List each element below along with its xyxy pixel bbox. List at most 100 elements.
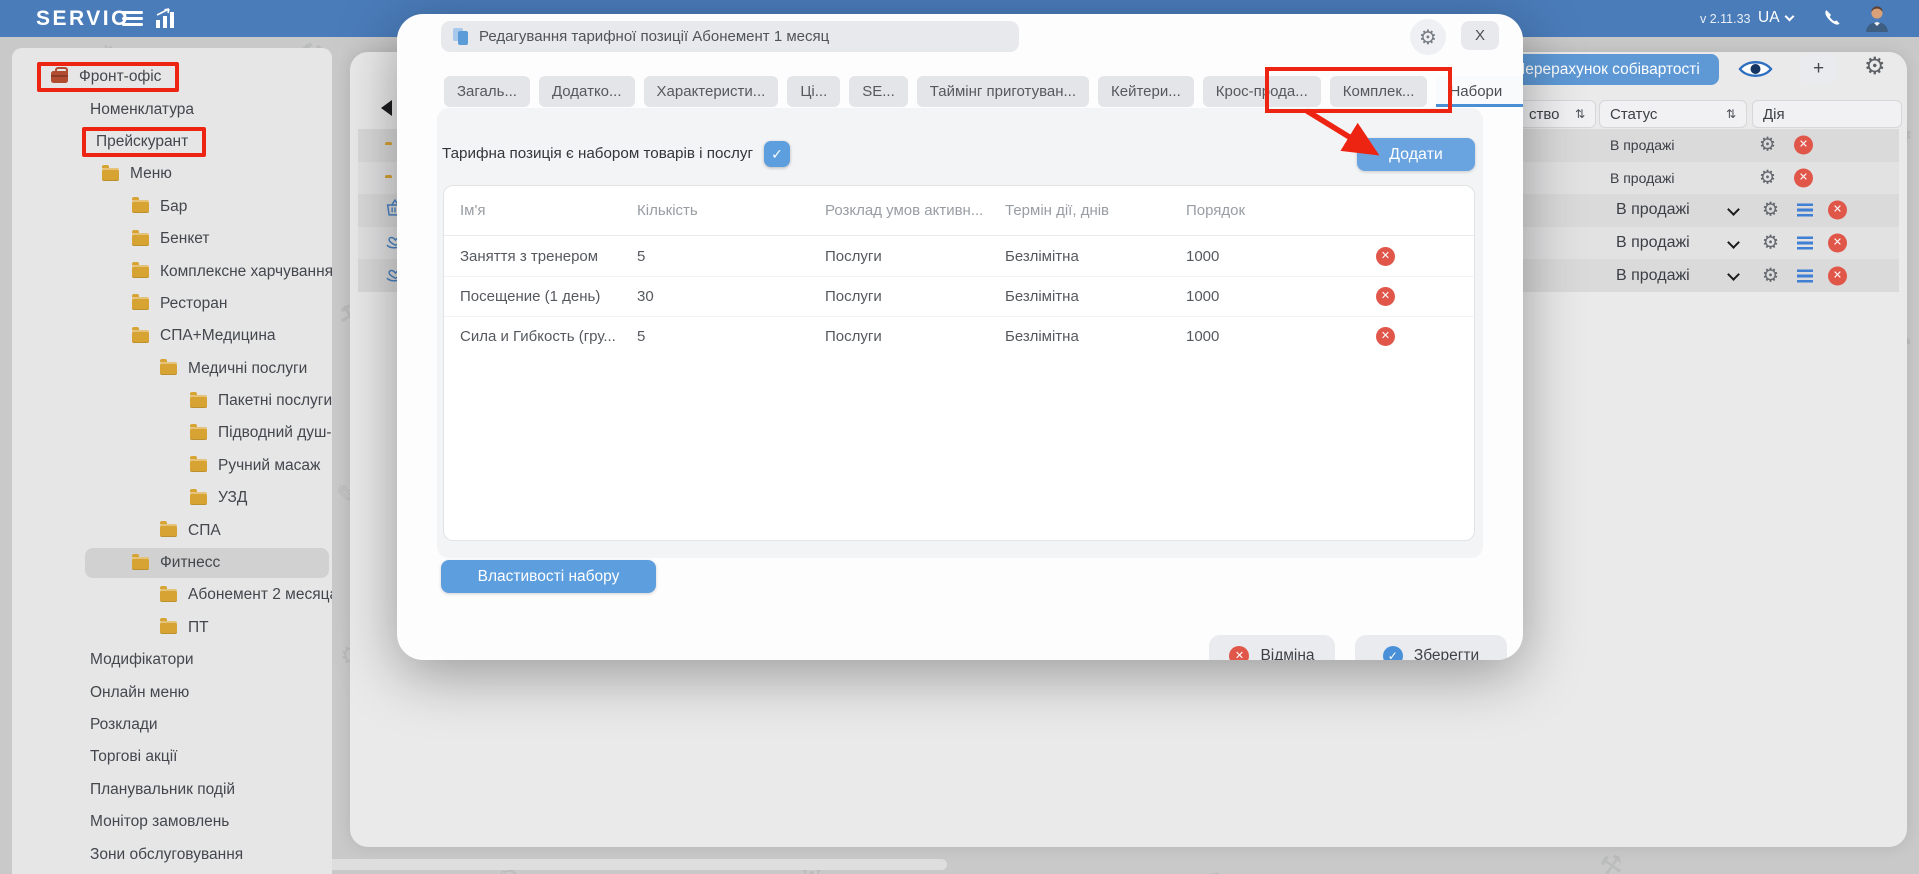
delete-set-item-icon[interactable]: ✕ bbox=[1376, 327, 1395, 346]
row-settings-gear-icon[interactable]: ⚙ bbox=[1759, 136, 1776, 155]
sidebar-item-18[interactable]: ПТ bbox=[12, 612, 332, 644]
hamburger-menu-icon[interactable] bbox=[122, 11, 143, 26]
sidebar-item-2[interactable]: Номенклатура bbox=[12, 93, 332, 125]
row-settings-gear-icon[interactable]: ⚙ bbox=[1762, 201, 1779, 220]
modal-settings-gear-icon[interactable]: ⚙ bbox=[1410, 19, 1446, 55]
collapse-back-arrow-icon[interactable] bbox=[381, 100, 392, 116]
doodle-glyph: ⚒ bbox=[1597, 848, 1625, 874]
sidebar-item-21[interactable]: Розклади bbox=[12, 709, 332, 741]
row-list-icon[interactable] bbox=[1797, 204, 1813, 217]
folder-icon bbox=[132, 265, 149, 278]
row-settings-gear-icon[interactable]: ⚙ bbox=[1759, 168, 1776, 187]
modal-close-button[interactable]: X bbox=[1461, 21, 1499, 50]
is-set-checkbox[interactable]: ✓ bbox=[764, 141, 790, 167]
sidebar-item-16[interactable]: Фитнесс bbox=[12, 547, 332, 579]
set-properties-button[interactable]: Властивості набору bbox=[441, 560, 656, 593]
tab-2[interactable]: Додатко... bbox=[539, 76, 635, 107]
app-version: v 2.11.33 bbox=[1700, 12, 1751, 26]
tree-node-label: Прейскурант bbox=[96, 133, 188, 151]
row-list-icon[interactable] bbox=[1797, 237, 1813, 250]
set-table-row-3[interactable]: Сила и Гибкость (гру...5ПослугиБезлімітн… bbox=[444, 316, 1474, 356]
add-item-button[interactable]: + bbox=[1800, 54, 1837, 83]
cancel-button[interactable]: ✕ Відміна bbox=[1209, 635, 1335, 660]
set-items-table: Ім'яКількістьРозклад умов активн...Термі… bbox=[443, 185, 1475, 541]
folder-icon bbox=[160, 621, 177, 634]
row-delete-icon[interactable]: ✕ bbox=[1794, 168, 1813, 187]
row-delete-icon[interactable]: ✕ bbox=[1828, 201, 1847, 220]
sidebar-item-10[interactable]: Медичні послуги bbox=[12, 353, 332, 385]
tab-3[interactable]: Характеристи... bbox=[644, 76, 779, 107]
tab-8[interactable]: Крос-прода... bbox=[1203, 76, 1321, 107]
sidebar-item-4[interactable]: Меню bbox=[12, 158, 332, 190]
set-table-header-1: Ім'я bbox=[460, 202, 637, 219]
folder-icon bbox=[190, 395, 207, 408]
tree-node-label: Номенклатура bbox=[90, 101, 194, 119]
modal-title: Редагування тарифної позиції Абонемент 1… bbox=[479, 28, 829, 45]
analytics-chart-icon[interactable] bbox=[155, 8, 179, 29]
tab-7[interactable]: Кейтери... bbox=[1098, 76, 1194, 107]
status-badge: В продажі bbox=[1610, 137, 1675, 153]
tab-4[interactable]: Ці... bbox=[787, 76, 840, 107]
sidebar-item-25[interactable]: Зони обслуговування bbox=[12, 838, 332, 870]
chevron-down-icon[interactable] bbox=[1727, 269, 1740, 282]
sidebar-item-1[interactable]: Фронт-офіс bbox=[12, 61, 332, 93]
add-set-item-button[interactable]: Додати bbox=[1357, 138, 1475, 171]
tree-node: Ресторан bbox=[132, 292, 237, 316]
tab-5[interactable]: SE... bbox=[849, 76, 908, 107]
tree-node-label: Бенкет bbox=[160, 230, 210, 248]
sidebar-item-14[interactable]: УЗД bbox=[12, 482, 332, 514]
panel-settings-gear-icon[interactable]: ⚙ bbox=[1864, 52, 1886, 81]
column-header-label: Дія bbox=[1763, 106, 1785, 123]
status-badge: В продажі bbox=[1616, 201, 1690, 219]
sidebar-item-19[interactable]: Модифікатори bbox=[12, 644, 332, 676]
language-selector[interactable]: UA bbox=[1758, 9, 1793, 27]
document-icon bbox=[453, 28, 468, 45]
set-table-cell: Безлімітна bbox=[1005, 248, 1186, 265]
phone-icon[interactable] bbox=[1822, 7, 1843, 29]
row-delete-icon[interactable]: ✕ bbox=[1794, 136, 1813, 155]
sidebar-item-7[interactable]: Комплексне харчування bbox=[12, 255, 332, 287]
sidebar-item-3[interactable]: Прейскурант bbox=[12, 126, 332, 158]
sort-icon[interactable]: ⇅ bbox=[1726, 107, 1736, 121]
folder-icon bbox=[132, 330, 149, 343]
sidebar-item-6[interactable]: Бенкет bbox=[12, 223, 332, 255]
tree-node: Номенклатура bbox=[90, 98, 204, 122]
sidebar-item-5[interactable]: Бар bbox=[12, 191, 332, 223]
sidebar-item-12[interactable]: Підводний душ-м bbox=[12, 417, 332, 449]
tab-9[interactable]: Комплек... bbox=[1330, 76, 1428, 107]
sidebar-item-22[interactable]: Торгові акції bbox=[12, 741, 332, 773]
tree-node-label: Фронт-офіс bbox=[79, 68, 161, 86]
sidebar-item-15[interactable]: СПА bbox=[12, 514, 332, 546]
eye-visibility-icon[interactable] bbox=[1738, 57, 1773, 81]
set-table-row-2[interactable]: Посещение (1 день)30ПослугиБезлімітна100… bbox=[444, 276, 1474, 316]
column-header-2[interactable]: Статус⇅ bbox=[1599, 100, 1747, 128]
sidebar-item-8[interactable]: Ресторан bbox=[12, 288, 332, 320]
delete-set-item-icon[interactable]: ✕ bbox=[1376, 247, 1395, 266]
sidebar-item-24[interactable]: Монітор замовлень bbox=[12, 806, 332, 838]
row-list-icon[interactable] bbox=[1797, 269, 1813, 282]
tab-1[interactable]: Загаль... bbox=[444, 76, 530, 107]
chevron-down-icon[interactable] bbox=[1727, 203, 1740, 216]
tab-6[interactable]: Таймінг приготуван... bbox=[917, 76, 1089, 107]
save-button[interactable]: ✓ Зберегти bbox=[1355, 635, 1507, 660]
row-delete-icon[interactable]: ✕ bbox=[1828, 234, 1847, 253]
sidebar-item-9[interactable]: СПА+Медицина bbox=[12, 320, 332, 352]
user-avatar[interactable] bbox=[1862, 3, 1892, 34]
set-table-row-1[interactable]: Заняття з тренером5ПослугиБезлімітна1000… bbox=[444, 236, 1474, 276]
row-settings-gear-icon[interactable]: ⚙ bbox=[1762, 234, 1779, 253]
tree-node: Комплексне харчування bbox=[132, 260, 332, 284]
row-settings-gear-icon[interactable]: ⚙ bbox=[1762, 266, 1779, 285]
chevron-down-icon[interactable] bbox=[1727, 236, 1740, 249]
recalculate-cost-button[interactable]: Перерахунок собівартості bbox=[1495, 54, 1719, 85]
sidebar-item-17[interactable]: Абонемент 2 месяца bbox=[12, 579, 332, 611]
sidebar-item-13[interactable]: Ручний масаж bbox=[12, 450, 332, 482]
column-header-3[interactable]: Дія bbox=[1752, 100, 1902, 128]
sidebar-item-23[interactable]: Планувальник подій bbox=[12, 774, 332, 806]
delete-set-item-icon[interactable]: ✕ bbox=[1376, 287, 1395, 306]
folder-icon bbox=[132, 233, 149, 246]
sidebar-item-11[interactable]: Пакетні послуги bbox=[12, 385, 332, 417]
tab-10-active[interactable]: Набори bbox=[1436, 76, 1523, 107]
sort-icon[interactable]: ⇅ bbox=[1575, 107, 1585, 121]
sidebar-item-20[interactable]: Онлайн меню bbox=[12, 676, 332, 708]
row-delete-icon[interactable]: ✕ bbox=[1828, 266, 1847, 285]
